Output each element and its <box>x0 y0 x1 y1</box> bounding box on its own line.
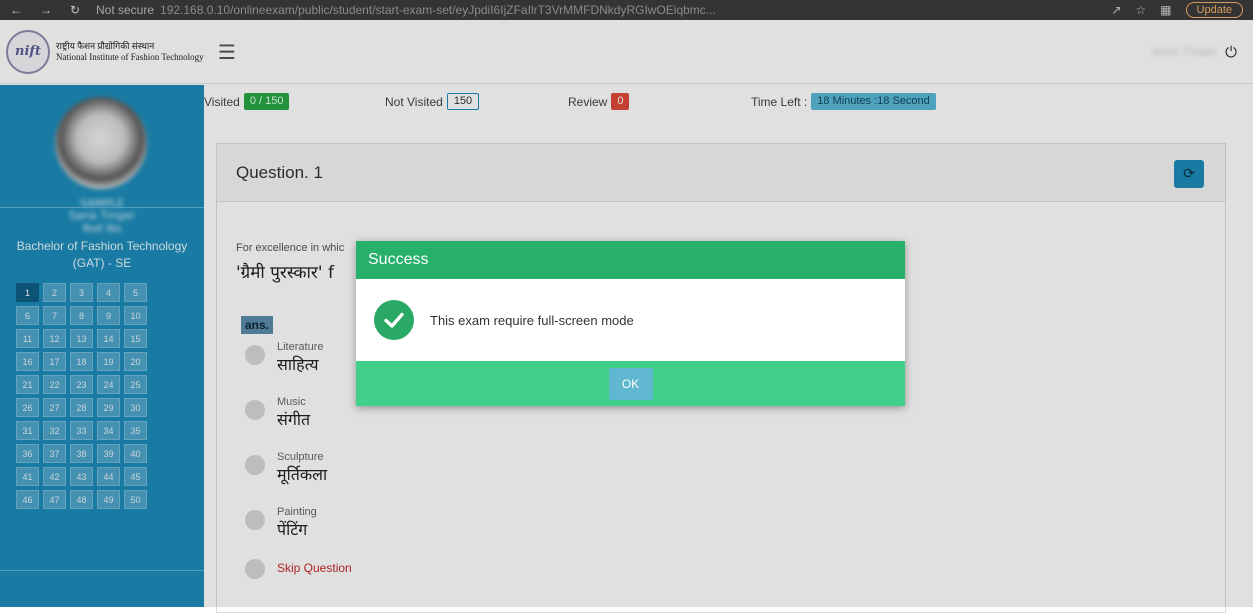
ok-button[interactable]: OK <box>608 367 653 400</box>
dialog-body: This exam require full-screen mode <box>356 279 905 361</box>
dialog-footer: OK <box>356 361 905 406</box>
dialog-title: Success <box>368 251 429 268</box>
success-dialog: Success This exam require full-screen mo… <box>356 241 905 406</box>
dialog-message: This exam require full-screen mode <box>430 312 634 328</box>
check-circle-icon <box>374 300 414 340</box>
dialog-header: Success <box>356 241 905 279</box>
